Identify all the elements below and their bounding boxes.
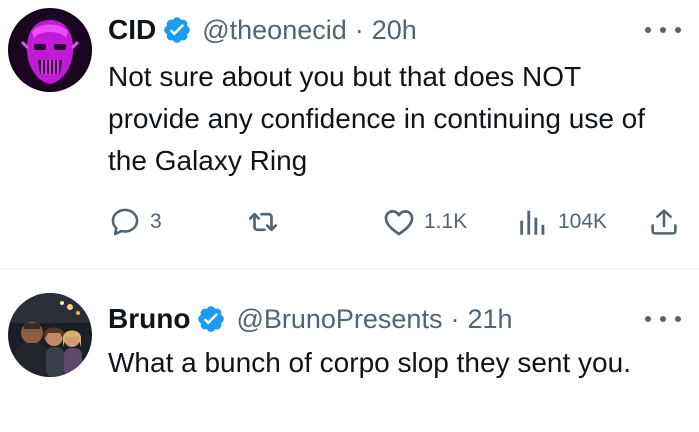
tweet-bruno[interactable]: Bruno @BrunoPresents · 21h What a bunch … (0, 269, 699, 432)
share-icon (651, 209, 677, 235)
separator: · (354, 14, 364, 45)
avatar[interactable] (8, 293, 92, 377)
views-chart-icon (520, 210, 545, 235)
reply-button[interactable]: 3 (108, 200, 162, 244)
tweet-actions: 3 1.1K 104K (0, 200, 699, 244)
reply-count: 3 (150, 210, 162, 233)
purple-face-avatar-icon (8, 8, 92, 92)
verified-badge-icon (196, 304, 226, 334)
tweet-cid[interactable]: CID @theonecid · 20h Not sure about you … (0, 0, 699, 268)
tweet-header: CID @theonecid · 20h (108, 10, 417, 50)
group-photo-avatar-icon (8, 293, 92, 377)
share-button[interactable] (648, 200, 680, 244)
repost-button[interactable] (244, 200, 282, 244)
handle[interactable]: @theonecid (202, 15, 347, 46)
reply-icon (111, 208, 139, 236)
verified-badge-icon (162, 15, 192, 45)
views-count: 104K (558, 210, 608, 233)
timestamp[interactable]: 20h (372, 15, 417, 46)
display-name[interactable]: CID (108, 14, 156, 46)
tweet-header: Bruno @BrunoPresents · 21h (108, 299, 513, 339)
timestamp[interactable]: 21h (467, 304, 512, 335)
more-dots-icon[interactable] (645, 309, 681, 329)
repost-icon (248, 212, 278, 232)
like-count: 1.1K (424, 210, 468, 233)
separator: · (450, 303, 460, 334)
handle[interactable]: @BrunoPresents (236, 304, 442, 335)
tweet-text: What a bunch of corpo slop they sent you… (108, 347, 631, 378)
views-button[interactable]: 104K (516, 200, 607, 244)
display-name[interactable]: Bruno (108, 303, 190, 335)
more-dots-icon[interactable] (645, 20, 681, 40)
like-button[interactable]: 1.1K (382, 200, 467, 244)
tweet-text: Not sure about you but that does NOT pro… (108, 61, 646, 176)
avatar[interactable] (8, 8, 92, 92)
heart-icon (384, 210, 414, 236)
